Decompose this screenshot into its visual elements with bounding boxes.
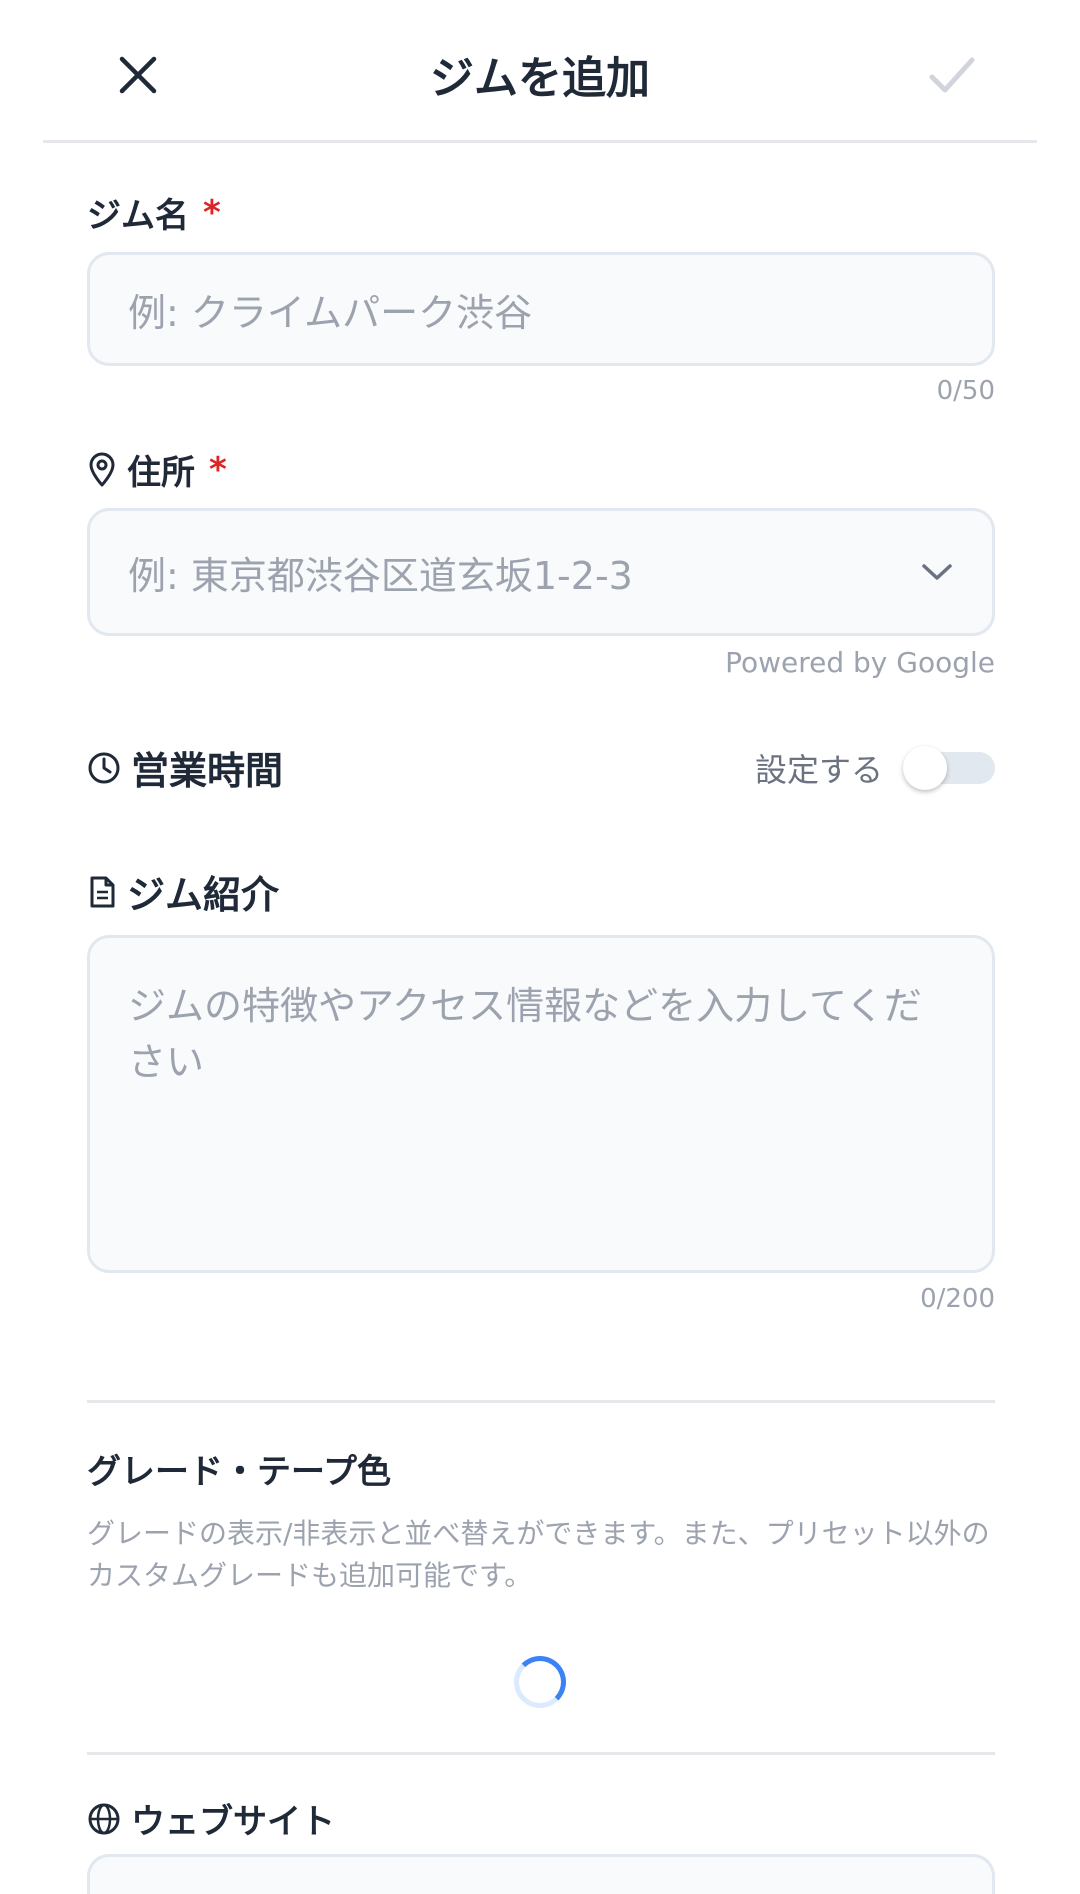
grades-title: グレード・テープ色 xyxy=(87,1452,391,1492)
globe-icon xyxy=(88,1803,120,1834)
hours-toggle-label: 設定する xyxy=(754,750,883,789)
header: ジムを追加 xyxy=(43,0,1037,143)
description-field-wrap: ジムの特徴やアクセス情報などを入力してください xyxy=(87,935,995,1273)
address-label: 住所 xyxy=(127,453,195,493)
document-icon xyxy=(90,876,115,907)
chevron-down-icon[interactable] xyxy=(920,561,954,583)
hours-toggle[interactable] xyxy=(903,745,995,790)
clock-icon xyxy=(88,752,120,783)
confirm-button[interactable] xyxy=(917,40,987,110)
gym-name-field-wrap: 例: クライムパーク渋谷 xyxy=(87,252,995,366)
gym-name-counter: 0/50 xyxy=(936,376,995,406)
hours-section: 営業時間 設定する xyxy=(87,740,995,795)
divider xyxy=(87,1752,995,1755)
address-field-wrap: 例: 東京都渋谷区道玄坂1-2-3 xyxy=(87,508,995,636)
gym-name-label: ジム名 xyxy=(87,196,189,236)
address-placeholder: 例: 東京都渋谷区道玄坂1-2-3 xyxy=(128,553,633,598)
divider xyxy=(87,1400,995,1403)
hours-label: 営業時間 xyxy=(131,749,284,793)
website-label: ウェブサイト xyxy=(131,1802,335,1842)
map-pin-icon xyxy=(89,452,115,486)
grades-help-text: グレードの表示/非表示と並べ替えができます。また、プリセット以外のカスタムグレー… xyxy=(87,1517,990,1592)
description-label: ジム紹介 xyxy=(127,873,280,917)
website-section: ウェブサイト xyxy=(87,1794,995,1843)
page-title: ジムを追加 xyxy=(430,53,650,104)
check-icon xyxy=(929,57,975,93)
description-textarea[interactable]: ジムの特徴やアクセス情報などを入力してください xyxy=(87,935,995,1273)
loading-spinner xyxy=(514,1656,566,1708)
address-section: 住所 * xyxy=(87,445,995,494)
gym-name-input[interactable]: 例: クライムパーク渋谷 xyxy=(87,252,995,366)
hours-toggle-group: 設定する xyxy=(755,745,995,791)
website-input[interactable] xyxy=(87,1854,995,1894)
description-counter: 0/200 xyxy=(920,1284,995,1314)
gym-name-placeholder: 例: クライムパーク渋谷 xyxy=(128,290,533,335)
required-mark: * xyxy=(203,192,221,233)
gym-name-section: ジム名 * xyxy=(87,188,995,237)
required-mark: * xyxy=(209,449,227,490)
address-input[interactable]: 例: 東京都渋谷区道玄坂1-2-3 xyxy=(87,508,995,636)
google-attribution: Powered by Google xyxy=(725,646,995,679)
toggle-knob xyxy=(903,745,947,790)
description-section: ジム紹介 xyxy=(87,864,995,919)
grades-section: グレード・テープ色 グレードの表示/非表示と並べ替えができます。また、プリセット… xyxy=(87,1444,995,1597)
description-placeholder: ジムの特徴やアクセス情報などを入力してください xyxy=(128,984,922,1084)
